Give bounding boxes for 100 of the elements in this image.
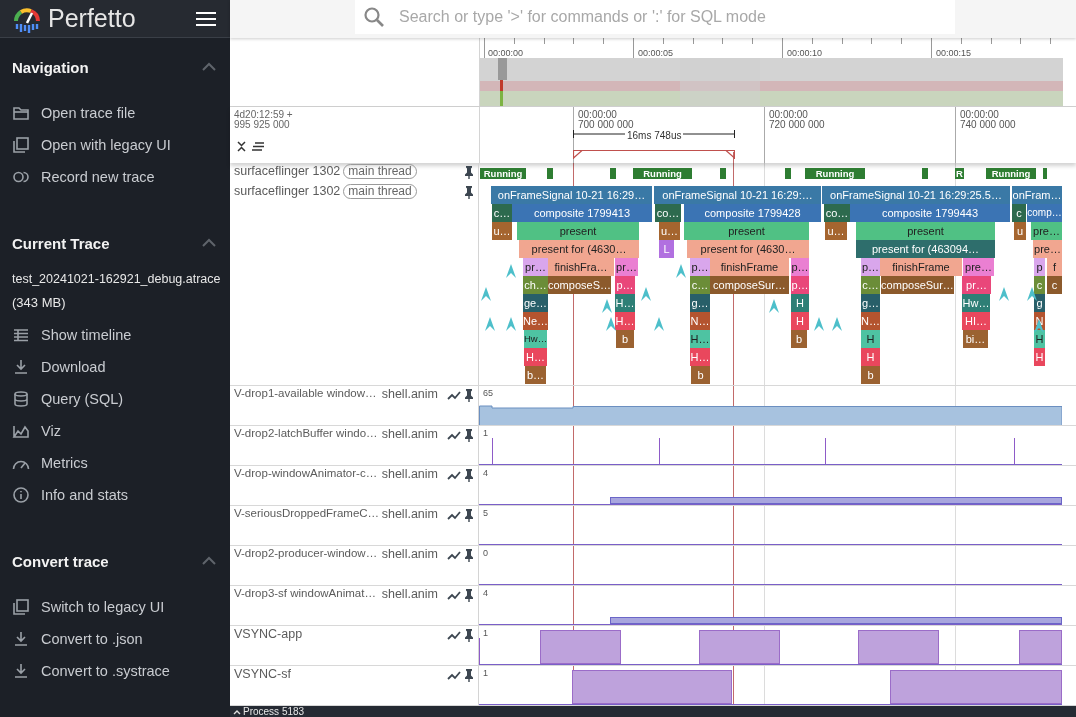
trace-slice[interactable]: p…: [690, 258, 710, 276]
trace-slice[interactable]: p…: [791, 276, 809, 294]
trace-slice[interactable]: onFrameSignal 10-21 16:29…: [491, 186, 652, 204]
trace-slice[interactable]: pr…: [615, 258, 638, 276]
trace-slice[interactable]: onFrameSignal 10-21 16:29:25.5…: [822, 186, 1010, 204]
pin-icon[interactable]: [464, 469, 474, 482]
trace-slice[interactable]: c…: [492, 204, 512, 222]
trace-slice[interactable]: co…: [655, 204, 681, 222]
trace-slice[interactable]: present for (4630…: [519, 240, 639, 258]
trace-slice[interactable]: composite 1799413: [512, 204, 652, 222]
trace-slice[interactable]: c: [1012, 204, 1026, 222]
trace-slice[interactable]: pre…: [1033, 240, 1062, 258]
sidebar-item[interactable]: Record new trace: [0, 161, 230, 193]
pin-icon[interactable]: [464, 509, 474, 522]
sidebar-item[interactable]: Query (SQL): [0, 383, 230, 415]
trace-slice[interactable]: finishFrame: [710, 258, 789, 276]
pin-icon[interactable]: [464, 629, 474, 642]
trace-slice[interactable]: u…: [825, 222, 847, 240]
trace-slice[interactable]: b: [791, 330, 807, 348]
trace-slice[interactable]: p…: [861, 258, 880, 276]
trace-slice[interactable]: composeS…: [548, 276, 611, 294]
line-chart-icon[interactable]: [447, 669, 461, 681]
trace-slice[interactable]: u: [1014, 222, 1026, 240]
line-chart-icon[interactable]: [447, 389, 461, 401]
trace-slice[interactable]: present: [856, 222, 995, 240]
sidebar-item[interactable]: Convert to .json: [0, 623, 230, 655]
trace-slice[interactable]: pr…: [523, 258, 548, 276]
trace-slice[interactable]: b…: [525, 366, 546, 384]
sidebar-item[interactable]: Open with legacy UI: [0, 129, 230, 161]
trace-slice[interactable]: p: [1034, 258, 1045, 276]
trace-slice[interactable]: Hw…: [962, 294, 990, 312]
process-group-title[interactable]: Process 5183: [243, 706, 305, 717]
trace-slice[interactable]: p…: [615, 276, 635, 294]
trace-slice[interactable]: g…: [861, 294, 880, 312]
trace-slice[interactable]: HI…: [962, 312, 990, 330]
trace-slice[interactable]: H: [861, 330, 880, 348]
trace-slice[interactable]: pre…: [1031, 222, 1062, 240]
trace-slice[interactable]: H…: [524, 348, 547, 366]
pin-icon[interactable]: [464, 389, 474, 402]
sidebar-item[interactable]: Switch to legacy UI: [0, 591, 230, 623]
sidebar-item[interactable]: Metrics: [0, 447, 230, 479]
line-chart-icon[interactable]: [447, 589, 461, 601]
trace-slice[interactable]: N…: [690, 312, 710, 330]
trace-slice[interactable]: H…: [615, 312, 635, 330]
line-chart-icon[interactable]: [447, 469, 461, 481]
trace-slice[interactable]: onFrameSignal 10-21 16:29:…: [654, 186, 821, 204]
trace-slice[interactable]: pr…: [962, 276, 991, 294]
pin-icon[interactable]: [464, 166, 474, 179]
trace-slice[interactable]: onFram…: [1012, 186, 1062, 204]
thread-state[interactable]: Running: [986, 168, 1036, 179]
search-field[interactable]: Search or type '>' for commands or ':' for SQL mode: [355, 0, 955, 34]
trace-slice[interactable]: composeSur…: [710, 276, 789, 294]
trace-slice[interactable]: g…: [690, 294, 710, 312]
trace-slice[interactable]: present for (4630…: [687, 240, 809, 258]
trace-slice[interactable]: finishFra…: [548, 258, 614, 276]
trace-slice[interactable]: p…: [791, 258, 809, 276]
trace-slice[interactable]: Ne…: [523, 312, 548, 330]
trace-slice[interactable]: co…: [824, 204, 850, 222]
trace-slice[interactable]: H: [791, 294, 809, 312]
pin-icon[interactable]: [464, 669, 474, 682]
trace-slice[interactable]: present: [517, 222, 639, 240]
trace-slice[interactable]: b: [861, 366, 880, 384]
menu-icon[interactable]: [196, 10, 216, 27]
selection-bracket[interactable]: [573, 150, 735, 159]
trace-slice[interactable]: u…: [659, 222, 680, 240]
trace-slice[interactable]: finishFrame: [880, 258, 962, 276]
trace-slice[interactable]: present for (463094…: [856, 240, 995, 258]
thread-state[interactable]: Running: [633, 168, 692, 179]
trace-slice[interactable]: b: [616, 330, 634, 348]
trace-slice[interactable]: H…: [690, 330, 710, 348]
sidebar-item[interactable]: Viz: [0, 415, 230, 447]
sidebar-item[interactable]: Info and stats: [0, 479, 230, 511]
collapse-icon[interactable]: [237, 141, 246, 152]
trace-slice[interactable]: ch…: [523, 276, 548, 294]
pin-icon[interactable]: [464, 589, 474, 602]
line-chart-icon[interactable]: [447, 629, 461, 641]
trace-slice[interactable]: ge…: [523, 294, 548, 312]
trace-slice[interactable]: composite 1799443: [850, 204, 1010, 222]
trace-slice[interactable]: c…: [690, 276, 710, 294]
trace-slice[interactable]: c: [1047, 276, 1062, 294]
line-chart-icon[interactable]: [447, 429, 461, 441]
trace-slice[interactable]: N…: [861, 312, 880, 330]
trace-slice[interactable]: composeSur…: [881, 276, 954, 294]
line-chart-icon[interactable]: [447, 509, 461, 521]
thread-state[interactable]: Running: [480, 168, 526, 179]
pin-icon[interactable]: [464, 186, 474, 199]
trace-slice[interactable]: H…: [615, 294, 635, 312]
trace-slice[interactable]: pre…: [963, 258, 994, 276]
trace-slice[interactable]: c…: [861, 276, 880, 294]
trace-slice[interactable]: comp…: [1027, 204, 1062, 222]
trace-slice[interactable]: g: [1034, 294, 1045, 312]
trace-slice[interactable]: f: [1047, 258, 1062, 276]
trace-slice[interactable]: b: [691, 366, 710, 384]
trace-slice[interactable]: H: [1034, 348, 1045, 366]
trace-slice[interactable]: H…: [690, 348, 710, 366]
sidebar-item[interactable]: Convert to .systrace: [0, 655, 230, 687]
sidebar-item[interactable]: Open trace file: [0, 97, 230, 129]
sidebar-item[interactable]: Download: [0, 351, 230, 383]
trace-slice[interactable]: H: [861, 348, 880, 366]
trace-slice[interactable]: H: [791, 312, 809, 330]
